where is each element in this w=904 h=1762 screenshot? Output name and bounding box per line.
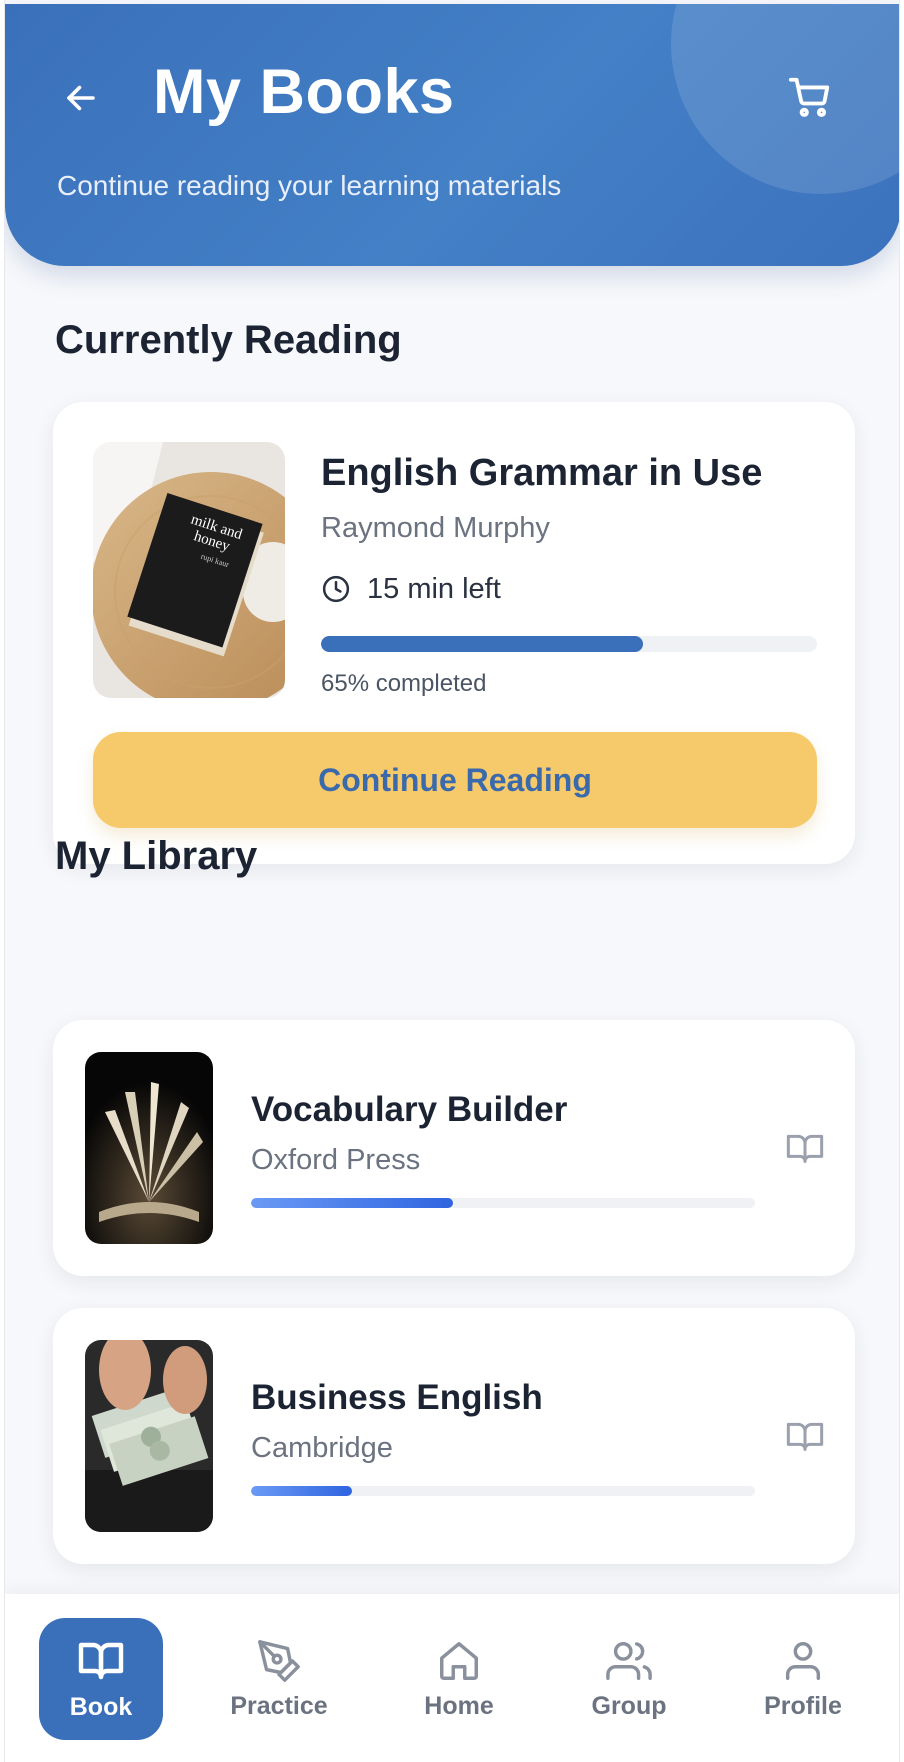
book-cover-image <box>93 442 285 698</box>
nav-label: Profile <box>764 1691 842 1720</box>
open-book-button[interactable] <box>783 1414 827 1458</box>
progress-label: 65% completed <box>321 670 487 697</box>
progress-fill <box>251 1486 352 1496</box>
book-cover <box>85 1052 213 1244</box>
nav-label: Home <box>424 1691 494 1720</box>
book-author: Cambridge <box>251 1432 393 1464</box>
nav-item-home[interactable]: Home <box>397 1618 521 1740</box>
open-book-button[interactable] <box>783 1126 827 1170</box>
time-left-label: 15 min left <box>367 572 501 605</box>
section-title-my-library: My Library <box>55 834 258 878</box>
arrow-left-icon <box>67 85 95 111</box>
library-book-card[interactable]: Vocabulary Builder Oxford Press <box>53 1020 855 1276</box>
book-cover <box>85 1340 213 1532</box>
continue-reading-button[interactable]: Continue Reading <box>93 732 817 828</box>
bottom-nav: Book Practice Home Group Profile <box>5 1594 899 1762</box>
back-button[interactable] <box>57 74 105 122</box>
nav-item-profile[interactable]: Profile <box>741 1618 865 1740</box>
time-left: 15 min left <box>321 572 501 606</box>
header-subtitle: Continue reading your learning materials <box>57 170 562 201</box>
progress-bar <box>321 636 817 652</box>
home-icon <box>440 1641 478 1680</box>
nav-label: Practice <box>230 1691 328 1720</box>
cart-button[interactable] <box>783 70 837 124</box>
book-author: Oxford Press <box>251 1144 421 1176</box>
progress-fill <box>251 1198 453 1208</box>
clock-icon <box>322 575 350 603</box>
book-cover-image <box>85 1340 213 1532</box>
app-screen: My Books Continue reading your learning … <box>4 0 900 1762</box>
nav-label: Book <box>69 1692 133 1721</box>
nav-item-book[interactable]: Book <box>39 1618 163 1740</box>
book-author: Raymond Murphy <box>321 512 550 544</box>
progress-fill <box>321 636 644 652</box>
current-book-card[interactable]: milk and honey rupi kaur English Grammar… <box>53 402 855 864</box>
pen-icon <box>258 1639 300 1682</box>
library-book-card[interactable]: Business English Cambridge <box>53 1308 855 1564</box>
progress-bar <box>251 1486 755 1496</box>
book-title: Vocabulary Builder <box>251 1090 568 1129</box>
cart-icon <box>788 77 830 117</box>
book-cover[interactable]: milk and honey rupi kaur <box>93 442 285 698</box>
page-title: My Books <box>153 57 455 127</box>
book-title: English Grammar in Use <box>321 452 763 494</box>
book-cover-image <box>85 1052 213 1244</box>
profile-icon <box>785 1641 821 1680</box>
nav-label: Group <box>591 1691 667 1720</box>
section-title-currently-reading: Currently Reading <box>55 318 402 362</box>
book-icon <box>78 1642 124 1679</box>
progress-bar <box>251 1198 755 1208</box>
group-icon <box>606 1641 652 1680</box>
nav-item-practice[interactable]: Practice <box>217 1618 341 1740</box>
header: My Books Continue reading your learning … <box>5 4 899 266</box>
book-open-icon <box>786 1134 824 1163</box>
book-open-icon <box>786 1422 824 1451</box>
nav-item-group[interactable]: Group <box>567 1618 691 1740</box>
book-title: Business English <box>251 1378 543 1417</box>
